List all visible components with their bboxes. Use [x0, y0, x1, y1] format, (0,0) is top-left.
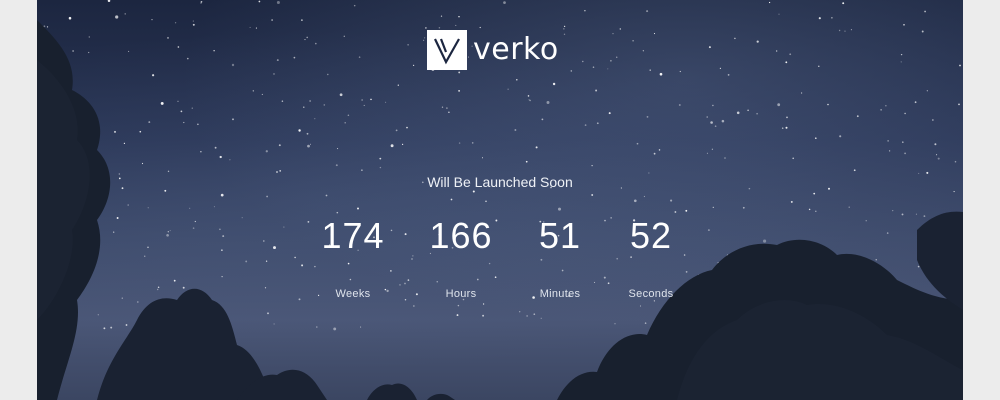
verko-v-icon	[427, 30, 467, 70]
seconds-value: 52	[629, 215, 673, 256]
weeks-label: Weeks	[335, 288, 371, 300]
launch-tagline: Will Be Launched Soon	[427, 174, 573, 190]
countdown-seconds: 52 Seconds	[601, 214, 701, 300]
brand-logo[interactable]: verko	[427, 30, 559, 70]
countdown-hours: 166 Hours	[411, 214, 511, 300]
hero-background: verko Will Be Launched Soon 174 Weeks 16…	[37, 0, 963, 400]
brand-name: verko	[473, 32, 559, 67]
minutes-value: 51	[538, 215, 582, 256]
hours-label: Hours	[445, 288, 477, 300]
minutes-label: Minutes	[539, 288, 581, 300]
hours-value: 166	[429, 215, 493, 256]
countdown-minutes: 51 Minutes	[510, 214, 610, 300]
weeks-value: 174	[321, 215, 385, 256]
countdown-timer: 174 Weeks 166 Hours 51 Minutes 52 Second…	[37, 214, 963, 314]
seconds-label: Seconds	[628, 288, 674, 300]
countdown-weeks: 174 Weeks	[303, 214, 403, 300]
